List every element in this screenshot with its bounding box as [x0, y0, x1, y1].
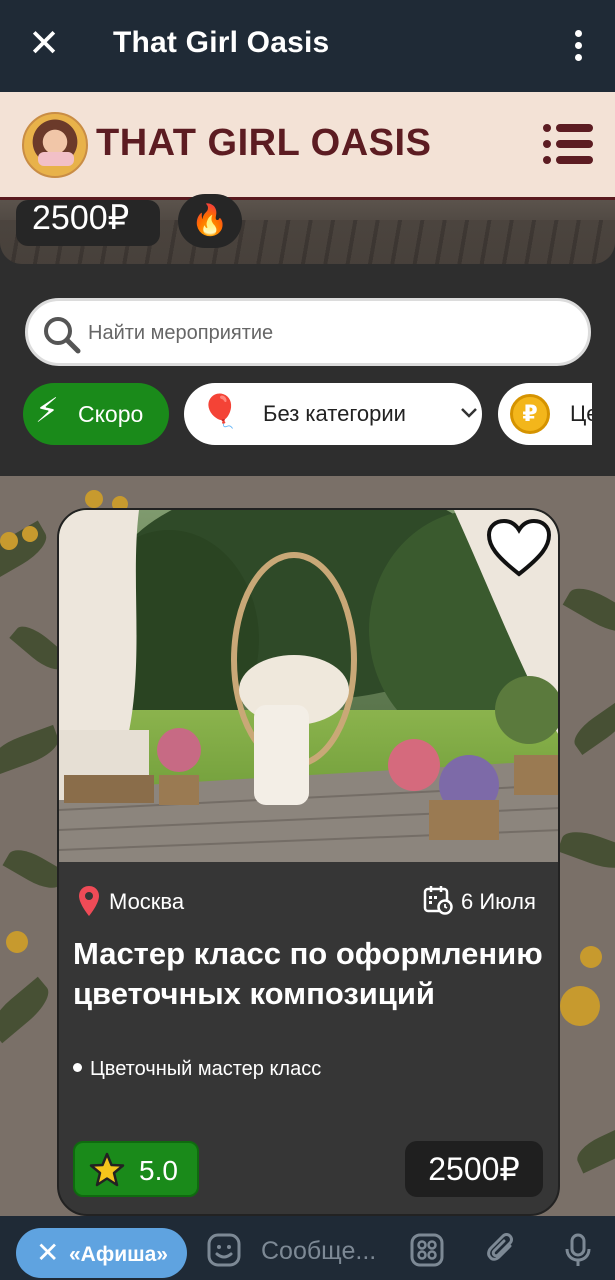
search-icon — [44, 317, 81, 354]
event-category: Цветочный мастер класс — [73, 1058, 321, 1081]
event-price: 2500₽ — [405, 1141, 543, 1197]
brand-name: THAT GIRL OASIS — [96, 122, 432, 164]
chevron-down-icon — [461, 408, 477, 418]
previous-event-price: 2500₽ — [16, 200, 160, 246]
close-icon[interactable]: ✕ — [22, 22, 66, 66]
search-placeholder: Найти мероприятие — [88, 322, 274, 344]
menu-icon[interactable] — [543, 124, 593, 164]
filter-category-label: Без категории — [263, 401, 406, 426]
event-card[interactable] — [57, 508, 560, 1216]
window-title: That Girl Oasis — [113, 26, 330, 59]
close-icon[interactable]: ✕ — [36, 1236, 59, 1269]
filter-soon-label: Скоро — [78, 401, 144, 427]
afisha-chip[interactable]: ✕ «Афиша» — [16, 1228, 187, 1278]
filter-price-chip[interactable]: ₽ Цена — [498, 383, 598, 445]
emoji-icon[interactable] — [206, 1232, 242, 1268]
microphone-icon[interactable] — [560, 1232, 596, 1268]
filter-category-dropdown[interactable]: 🎈 Без категории — [184, 383, 482, 445]
apps-grid-icon[interactable] — [409, 1232, 445, 1268]
brand-logo[interactable] — [22, 112, 88, 178]
fire-icon: 🔥 — [178, 194, 242, 248]
filter-soon-chip[interactable]: ⚡ Скоро — [23, 383, 169, 445]
more-options-icon[interactable] — [563, 26, 593, 66]
calendar-icon — [423, 886, 453, 915]
event-photo — [59, 510, 558, 862]
message-input[interactable]: Сообще... — [261, 1237, 376, 1266]
event-category-label: Цветочный мастер класс — [90, 1058, 322, 1080]
location-pin-icon — [79, 886, 99, 916]
ruble-coin-icon: ₽ — [510, 394, 550, 434]
telegram-header: ✕ That Girl Oasis — [0, 0, 615, 92]
event-location: Москва — [109, 889, 185, 914]
search-input[interactable]: Найти мероприятие — [25, 298, 591, 366]
site-header: THAT GIRL OASIS — [0, 92, 615, 200]
event-date: 6 Июля — [461, 889, 536, 914]
favorite-heart-icon[interactable] — [486, 518, 552, 578]
event-title[interactable]: Мастер класс по оформлению цветочных ком… — [73, 934, 543, 1014]
balloon-icon: 🎈 — [200, 393, 240, 429]
attach-icon[interactable] — [484, 1232, 520, 1268]
star-icon — [89, 1152, 125, 1187]
afisha-chip-label: «Афиша» — [69, 1243, 168, 1266]
bullet-icon — [73, 1063, 82, 1073]
rating-value: 5.0 — [139, 1155, 178, 1186]
lightning-icon: ⚡ — [35, 392, 59, 430]
rating-badge: 5.0 — [73, 1141, 199, 1197]
